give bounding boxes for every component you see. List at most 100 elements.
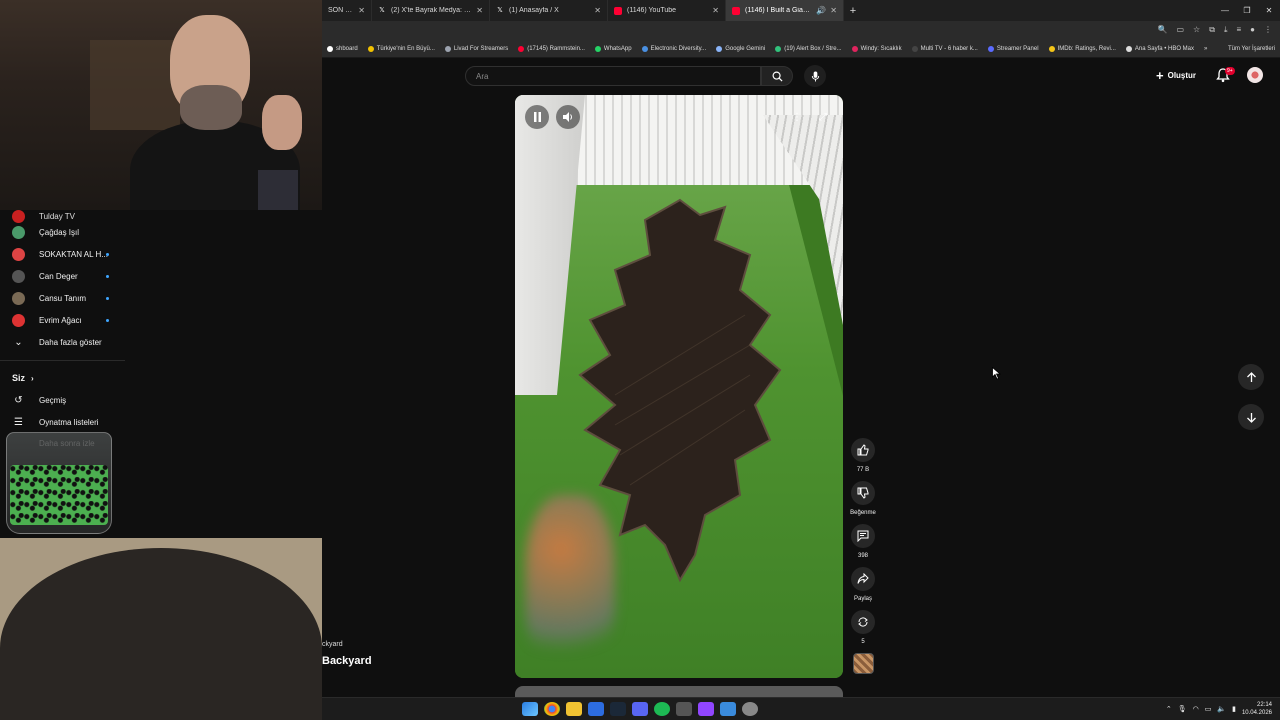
bookmark-item[interactable]: Multi TV - 6 haber k...	[907, 46, 983, 52]
previous-short-button[interactable]	[1238, 364, 1264, 390]
new-tab-button[interactable]: +	[844, 5, 862, 17]
more-options-icon[interactable]: ⋮	[785, 105, 809, 129]
sidebar-section-you[interactable]: Siz ›	[0, 368, 125, 388]
profile-icon[interactable]: ●	[1250, 25, 1255, 35]
download-icon[interactable]: ⤓	[1224, 25, 1228, 35]
comments-button[interactable]	[851, 524, 875, 548]
bookmark-item[interactable]: Streamer Panel	[983, 46, 1044, 52]
mic-tray-icon[interactable]: 🎙	[1178, 705, 1187, 713]
audio-source-thumbnail[interactable]	[853, 653, 874, 674]
channel-avatar	[12, 247, 25, 261]
sidebar-subscription-item[interactable]: Çağdaş Işıl	[0, 222, 125, 242]
restore-icon[interactable]: ❐	[1236, 6, 1258, 15]
taskbar-apps	[522, 702, 758, 716]
bookmark-item[interactable]: Türkiye'nin En Büyü...	[363, 46, 440, 52]
fullscreen-icon[interactable]: ⤢	[811, 105, 835, 129]
sidebar-subscription-item[interactable]: Evrim Ağacı	[0, 310, 125, 330]
menu-icon[interactable]: ⋮	[1264, 25, 1272, 35]
windows-start-icon[interactable]	[522, 702, 538, 716]
steam-icon[interactable]	[610, 702, 626, 716]
bookmark-label: Google Gemini	[725, 46, 766, 52]
browser-tab[interactable]: (1146) YouTube ✕	[608, 0, 726, 21]
voice-search-button[interactable]	[804, 65, 826, 87]
media-icon[interactable]: ≡	[1236, 25, 1241, 35]
dislike-button[interactable]	[851, 481, 875, 505]
battery-icon[interactable]: ▮	[1232, 705, 1236, 713]
windows-taskbar: ⌃ 🎙 ◠ ▭ 🔈 ▮ 22:14 10.04.2026	[322, 697, 1280, 720]
remix-button[interactable]	[851, 610, 875, 634]
volume-tray-icon[interactable]: 🔈	[1217, 705, 1226, 713]
sidebar-item-label: Evrim Ağacı	[39, 315, 82, 325]
sidebar-subscription-item[interactable]: SOKAKTAN AL H...	[0, 244, 125, 264]
bookmark-item[interactable]: Livad For Streamers	[440, 46, 513, 52]
bookmark-item[interactable]: (19) Alert Box / Stre...	[770, 46, 846, 52]
share-button[interactable]	[851, 567, 875, 591]
close-tab-icon[interactable]: ✕	[594, 6, 601, 15]
star-icon[interactable]: ☆	[1193, 25, 1200, 35]
sidebar-subscription-item[interactable]: Cansu Tanım	[0, 288, 125, 308]
zoom-icon[interactable]: 🔍	[1158, 25, 1168, 35]
video-motion-blur	[525, 495, 615, 675]
settings-gear-icon[interactable]	[742, 702, 758, 716]
bookmark-item[interactable]: IMDb: Ratings, Revi...	[1044, 46, 1121, 52]
browser-tab[interactable]: SON DAKİKA ✕	[322, 0, 372, 21]
minimize-icon[interactable]: —	[1214, 6, 1236, 15]
bookmark-item[interactable]: Tüm Yer İşaretleri	[1223, 46, 1280, 52]
cast-icon[interactable]: ▭	[1176, 25, 1184, 35]
bookmark-item[interactable]: (17145) Rammstein...	[513, 46, 590, 52]
sidebar-item-history[interactable]: ↺ Geçmiş	[0, 390, 125, 410]
video-title[interactable]: Backyard	[322, 655, 372, 667]
channel-avatar	[12, 209, 25, 223]
pause-button[interactable]	[525, 105, 549, 129]
mouse-cursor-icon	[992, 367, 1001, 380]
account-avatar[interactable]	[1247, 67, 1263, 83]
close-tab-icon[interactable]: ✕	[476, 6, 483, 15]
webcam-shelf	[90, 40, 180, 130]
streaming-app-icon[interactable]	[698, 702, 714, 716]
store-icon[interactable]	[720, 702, 736, 716]
taskbar-clock[interactable]: 22:14 10.04.2026	[1242, 701, 1272, 717]
share-icon	[857, 573, 869, 584]
channel-name[interactable]: ckyard	[322, 641, 343, 648]
discord-icon[interactable]	[632, 702, 648, 716]
like-button[interactable]	[851, 438, 875, 462]
chrome-icon[interactable]	[544, 702, 560, 716]
show-more-button[interactable]: ⌄ Daha fazla göster	[0, 332, 125, 352]
sidebar-item-playlists[interactable]: ☰ Oynatma listeleri	[0, 412, 125, 432]
bookmark-item[interactable]: Windy: Sıcaklık	[847, 46, 907, 52]
volume-button[interactable]	[556, 105, 580, 129]
next-short-button[interactable]	[1238, 404, 1264, 430]
browser-tab[interactable]: 𝕏 (2) X'te Bayrak Medya: "Türkiye ✕	[372, 0, 490, 21]
spotify-icon[interactable]	[654, 702, 670, 716]
bookmark-item[interactable]: »	[1199, 46, 1212, 52]
bookmark-favicon-icon	[911, 46, 918, 52]
browser-tab[interactable]: 𝕏 (1) Anasayfa / X ✕	[490, 0, 608, 21]
file-explorer-icon[interactable]	[566, 702, 582, 716]
extensions-icon[interactable]: ⧉	[1209, 25, 1215, 35]
bookmark-item[interactable]: shboard	[322, 46, 363, 52]
glass-jar-widget: Daha sonra izle	[6, 432, 112, 534]
chevron-up-icon[interactable]: ⌃	[1166, 705, 1172, 713]
calculator-icon[interactable]	[676, 702, 692, 716]
bookmark-item[interactable]: WhatsApp	[590, 46, 637, 52]
browser-tab-active[interactable]: (1146) I Built a Giant Bat Ga 🔊 ✕	[726, 0, 844, 21]
edge-icon[interactable]	[588, 702, 604, 716]
monitor-icon[interactable]: ▭	[1205, 705, 1212, 713]
bookmark-item[interactable]: Electronic Diversity...	[637, 46, 712, 52]
shorts-video-player[interactable]: ⋮ ⤢	[515, 95, 843, 678]
bookmark-item[interactable]: Ana Sayfa • HBO Max	[1121, 46, 1199, 52]
like-count: 77 B	[856, 467, 870, 473]
close-tab-icon[interactable]: ✕	[712, 6, 719, 15]
close-window-icon[interactable]: ✕	[1258, 6, 1280, 15]
search-button[interactable]	[761, 66, 793, 86]
close-tab-icon[interactable]: ✕	[358, 6, 365, 15]
comment-count: 398	[857, 553, 868, 559]
close-tab-icon[interactable]: ✕	[830, 6, 837, 15]
sidebar-subscription-item[interactable]: Can Deger	[0, 266, 125, 286]
bookmark-item[interactable]: Google Gemini	[711, 46, 770, 52]
search-input[interactable]: Ara	[465, 66, 761, 86]
network-icon[interactable]: ◠	[1193, 705, 1199, 713]
tab-label: SON DAKİKA	[328, 7, 354, 14]
playlist-icon: ☰	[14, 416, 23, 428]
create-button[interactable]: + Oluştur	[1156, 68, 1196, 83]
